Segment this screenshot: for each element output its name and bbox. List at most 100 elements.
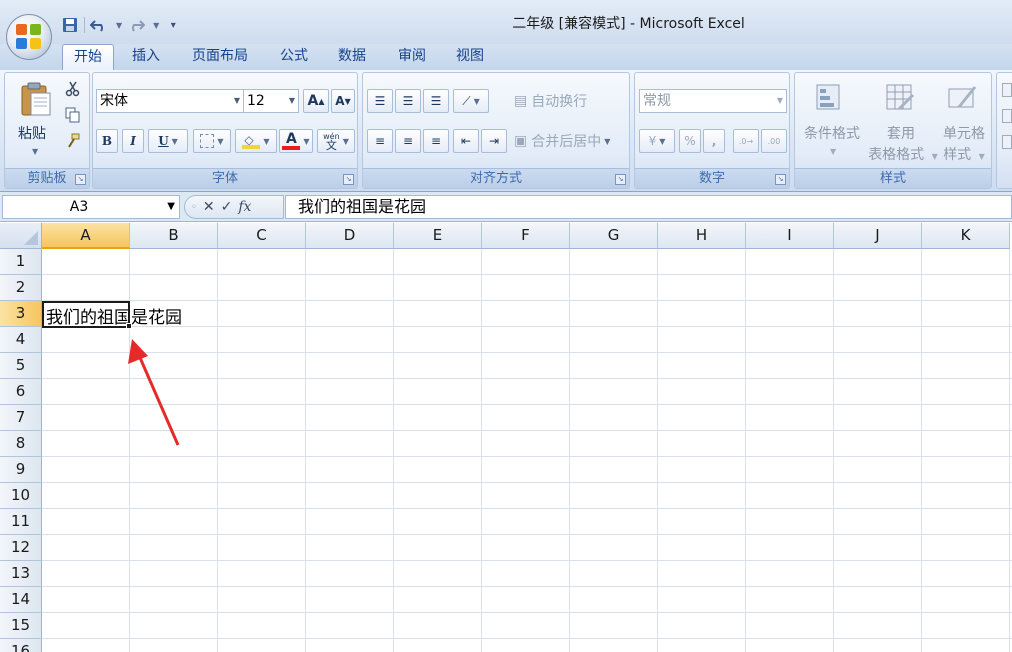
chevron-down-icon[interactable]: ▼ — [116, 21, 122, 30]
bold-button[interactable]: B — [96, 129, 118, 153]
decrease-decimal-button[interactable]: .00 — [761, 129, 787, 153]
orientation-icon: ⟋ — [462, 93, 471, 108]
dialog-launcher-icon[interactable]: ↘ — [75, 174, 86, 185]
format-as-table-label-1[interactable]: 套用 — [871, 123, 931, 143]
name-box[interactable]: A3 ▼ — [2, 195, 180, 219]
format-as-table-label-2: 表格格式 — [868, 147, 925, 163]
grow-font-icon: A — [307, 93, 319, 109]
align-right-icon: ≡ — [430, 134, 442, 148]
conditional-formatting-icon[interactable] — [815, 83, 845, 117]
tab-data[interactable]: 数据 — [326, 44, 378, 70]
format-as-table-icon[interactable] — [885, 83, 915, 117]
shrink-font-button[interactable]: A ▼ — [331, 89, 355, 113]
tab-view[interactable]: 视图 — [444, 44, 496, 70]
insert-function-icon[interactable]: fx — [238, 199, 251, 215]
underline-icon: U — [158, 134, 169, 148]
phonetic-button[interactable]: wén 文 ▼ — [317, 129, 355, 153]
cells-group-partial — [996, 72, 1012, 189]
borders-button[interactable]: ▼ — [193, 129, 231, 153]
align-top-icon: ☰ — [374, 94, 386, 108]
quick-access-toolbar: ▼ ▼ ▾ — [60, 14, 183, 36]
merge-center-label: 合并后居中 — [531, 134, 602, 150]
chevron-down-icon: ▼ — [288, 96, 295, 105]
tab-formulas[interactable]: 公式 — [268, 44, 320, 70]
align-top-button[interactable]: ☰ — [367, 89, 393, 113]
format-painter-icon[interactable] — [65, 133, 81, 153]
chevron-down-icon[interactable]: ▼ — [153, 21, 159, 30]
number-format-select[interactable]: 常规 ▼ — [639, 89, 787, 113]
italic-button[interactable]: I — [122, 129, 144, 153]
align-center-icon: ≡ — [402, 134, 414, 148]
wrap-text-icon: ▤ — [514, 93, 528, 109]
increase-decimal-button[interactable]: .0→ — [733, 129, 759, 153]
grow-font-button[interactable]: A ▲ — [303, 89, 329, 113]
align-right-button[interactable]: ≡ — [423, 129, 449, 153]
cancel-icon[interactable]: ✕ — [203, 199, 215, 215]
chevron-down-icon: ▼ — [217, 136, 224, 146]
underline-button[interactable]: U ▼ — [148, 129, 188, 153]
align-middle-button[interactable]: ☰ — [395, 89, 421, 113]
tab-home[interactable]: 开始 — [62, 44, 114, 70]
chevron-down-icon: ▼ — [776, 96, 783, 105]
borders-icon — [200, 134, 215, 148]
increase-indent-button[interactable]: ⇥ — [481, 129, 507, 153]
dialog-launcher-icon[interactable]: ↘ — [343, 174, 354, 185]
dialog-launcher-icon[interactable]: ↘ — [775, 174, 786, 185]
save-icon[interactable] — [60, 15, 80, 35]
percent-button[interactable]: % — [679, 129, 701, 153]
align-left-icon: ≡ — [374, 134, 386, 148]
chevron-down-icon: ▼ — [171, 136, 178, 146]
copy-icon[interactable] — [65, 107, 81, 127]
tab-insert[interactable]: 插入 — [120, 44, 172, 70]
font-color-button[interactable]: A ▼ — [279, 129, 313, 153]
wrap-text-button[interactable]: ▤ 自动换行 — [513, 89, 603, 113]
cell-styles-icon[interactable] — [947, 83, 977, 117]
conditional-formatting-button[interactable]: 条件格式 — [797, 123, 867, 143]
chevron-down-icon[interactable]: ▼ — [32, 147, 38, 156]
enter-icon[interactable]: ✓ — [221, 199, 233, 215]
paste-icon[interactable] — [19, 81, 53, 121]
increase-indent-icon: ⇥ — [488, 134, 500, 148]
phonetic-char: 文 — [325, 139, 337, 152]
merge-center-icon: ▣ — [514, 133, 528, 149]
decrease-indent-button[interactable]: ⇤ — [453, 129, 479, 153]
customize-icon[interactable]: ▾ — [163, 15, 183, 35]
format-as-table-button[interactable]: 表格格式 ▼ — [863, 144, 943, 164]
align-bottom-icon: ☰ — [430, 94, 442, 108]
number-group-label: 数字 — [635, 168, 789, 188]
decrease-decimal-icon: .00 — [767, 136, 781, 146]
chevron-down-icon[interactable]: ▼ — [830, 147, 836, 156]
dialog-launcher-icon[interactable]: ↘ — [615, 174, 626, 185]
comma-button[interactable]: , — [703, 129, 725, 153]
worksheet-grid[interactable]: ABCDEFGHIJK 1 2 3 4 5 6 7 8 9 10 11 12 13 14 15 16 我们的祖… — [0, 223, 1012, 652]
redo-icon[interactable] — [126, 15, 146, 35]
font-size-select[interactable]: 12 ▼ — [243, 89, 299, 113]
chevron-down-icon: ▼ — [233, 96, 240, 105]
chevron-down-icon: ▼ — [604, 136, 611, 146]
font-name-select[interactable]: 宋体 ▼ — [96, 89, 244, 113]
align-bottom-button[interactable]: ☰ — [423, 89, 449, 113]
format-cells-icon[interactable] — [1002, 135, 1012, 149]
office-button[interactable] — [6, 14, 52, 60]
align-left-button[interactable]: ≡ — [367, 129, 393, 153]
align-center-button[interactable]: ≡ — [395, 129, 421, 153]
paste-button[interactable]: 粘贴 — [11, 123, 53, 143]
formula-input[interactable]: 我们的祖国是花园 — [285, 195, 1012, 219]
chevron-down-icon[interactable]: ▼ — [167, 196, 175, 218]
cut-icon[interactable] — [65, 81, 81, 101]
font-color-icon: A — [282, 132, 301, 150]
merge-center-button[interactable]: ▣ 合并后居中 ▼ — [513, 129, 625, 153]
tab-page-layout[interactable]: 页面布局 — [180, 44, 260, 70]
delete-cells-icon[interactable] — [1002, 109, 1012, 123]
orientation-button[interactable]: ⟋ ▼ — [453, 89, 489, 113]
insert-cells-icon[interactable] — [1002, 83, 1012, 97]
cell-styles-button[interactable]: 样式 ▼ — [935, 144, 993, 164]
office-logo-icon — [16, 24, 42, 50]
chevron-down-icon: ▼ — [978, 152, 985, 161]
cell-styles-label-1[interactable]: 单元格 — [935, 123, 993, 143]
accounting-format-button[interactable]: ¥ ▼ — [639, 129, 675, 153]
chevron-down-icon: ▼ — [303, 136, 310, 146]
fill-color-button[interactable]: ◇ ▼ — [235, 129, 277, 153]
tab-review[interactable]: 审阅 — [386, 44, 438, 70]
undo-icon[interactable] — [89, 15, 109, 35]
